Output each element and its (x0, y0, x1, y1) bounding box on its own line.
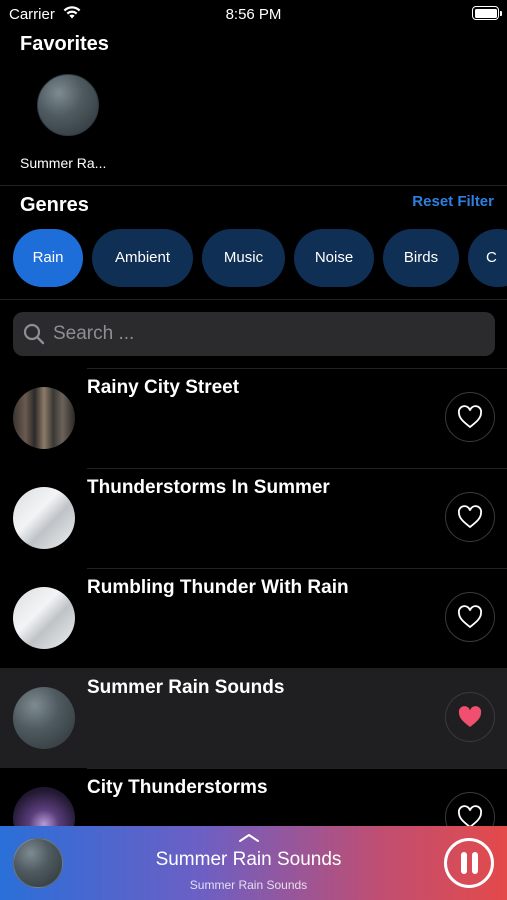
favorite-artwork (37, 74, 99, 136)
genre-chip-ambient[interactable]: Ambient (92, 229, 193, 287)
genre-chip-music[interactable]: Music (202, 229, 285, 287)
now-playing-subtitle: Summer Rain Sounds (189, 878, 308, 892)
clock: 8:56 PM (225, 6, 282, 23)
battery-icon (472, 6, 502, 20)
track-artwork (13, 687, 75, 749)
heart-outline-icon (458, 405, 482, 429)
row-separator (87, 468, 507, 469)
genre-chip-partial[interactable]: C (468, 229, 507, 287)
genre-chip-birds[interactable]: Birds (383, 229, 459, 287)
track-artwork (13, 387, 75, 449)
pause-icon (460, 852, 467, 874)
chevron-up-icon[interactable] (238, 830, 260, 848)
track-title: Summer Rain Sounds (87, 677, 285, 698)
section-divider (0, 185, 507, 186)
heart-filled-icon (458, 706, 482, 727)
genre-chip-noise[interactable]: Noise (294, 229, 374, 287)
search-bar[interactable] (13, 312, 495, 356)
status-bar: Carrier 8:56 PM (0, 0, 507, 28)
section-divider (0, 299, 507, 300)
favorite-label: Summer Ra... (20, 155, 107, 171)
favorite-tile[interactable]: Summer Ra... (20, 74, 116, 171)
genres-title: Genres (20, 194, 89, 216)
now-playing-bar[interactable]: Summer Rain Sounds Summer Rain Sounds (0, 826, 507, 900)
heart-outline-icon (458, 605, 482, 629)
row-separator (87, 568, 507, 569)
track-title: Thunderstorms In Summer (87, 477, 330, 498)
pause-button[interactable] (444, 838, 494, 888)
favorite-button[interactable] (445, 492, 495, 542)
favorite-button[interactable] (445, 592, 495, 642)
heart-outline-icon (458, 505, 482, 529)
track-row[interactable]: Rainy City Street (0, 368, 507, 468)
track-artwork (13, 487, 75, 549)
search-icon (23, 323, 45, 350)
row-separator (87, 768, 507, 769)
track-row[interactable]: Rumbling Thunder With Rain (0, 568, 507, 668)
search-input[interactable] (53, 312, 483, 356)
track-title: Rumbling Thunder With Rain (87, 577, 349, 598)
row-separator (87, 368, 507, 369)
favorite-button[interactable] (445, 392, 495, 442)
track-title: City Thunderstorms (87, 777, 268, 798)
track-row-selected[interactable]: Summer Rain Sounds (0, 668, 507, 768)
genre-chip-row[interactable]: Rain Ambient Music Noise Birds C (13, 229, 507, 287)
favorite-button[interactable] (445, 692, 495, 742)
pause-icon-bar (471, 852, 478, 874)
track-title: Rainy City Street (87, 377, 240, 398)
track-row[interactable]: Thunderstorms In Summer (0, 468, 507, 568)
genre-chip-rain[interactable]: Rain (13, 229, 83, 287)
favorites-title: Favorites (20, 33, 109, 55)
reset-filter-button[interactable]: Reset Filter (412, 193, 494, 210)
track-artwork (13, 587, 75, 649)
now-playing-title: Summer Rain Sounds (155, 849, 342, 870)
